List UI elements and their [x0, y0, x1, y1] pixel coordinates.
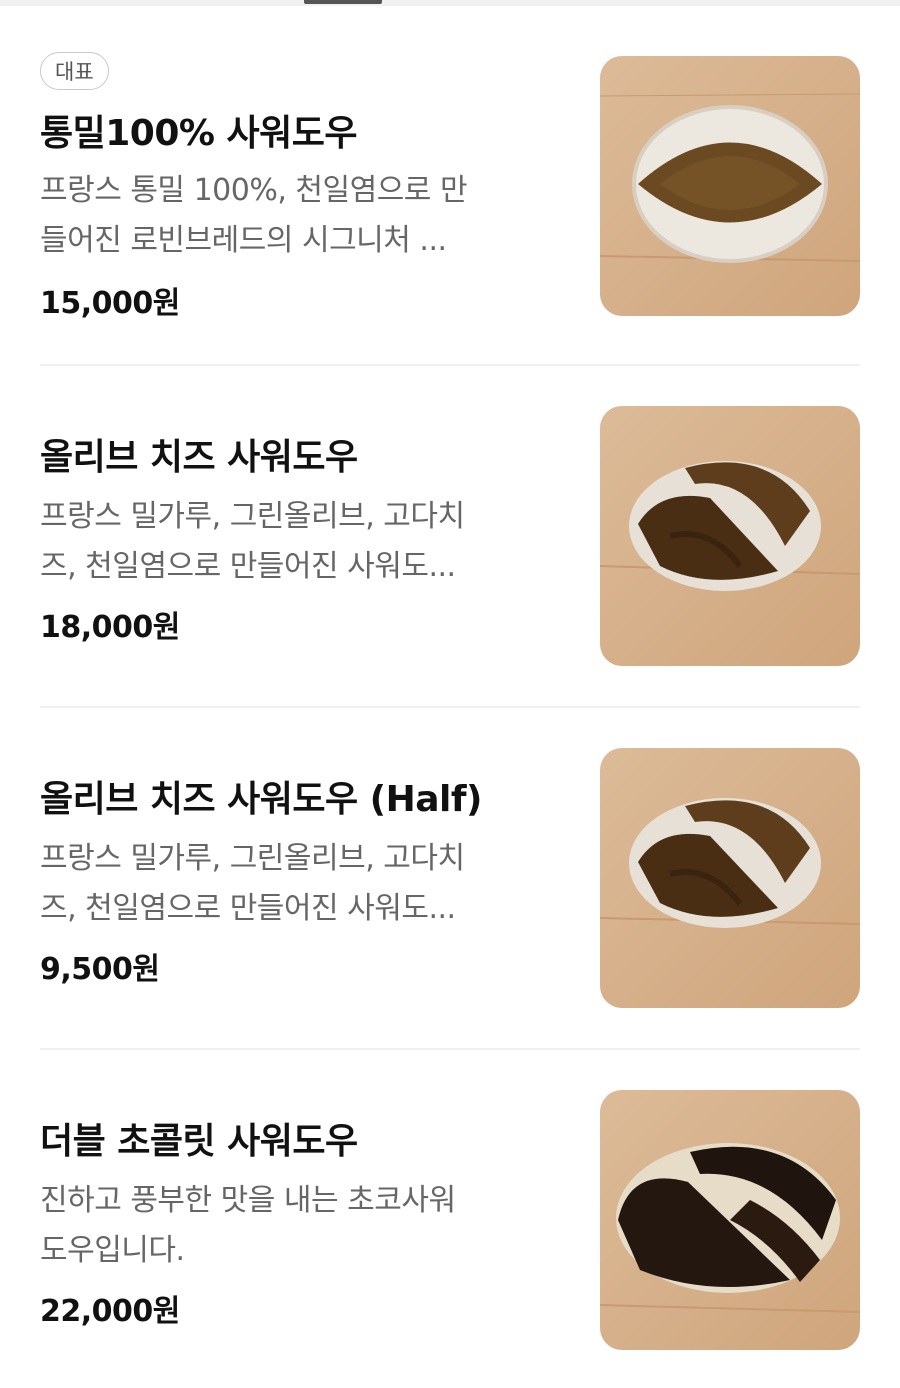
menu-item-whole-wheat-sourdough[interactable]: 대표 통밀100% 사워도우 프랑스 통밀 100%, 천일염으로 만 들어진 …: [40, 52, 860, 321]
signature-badge: 대표: [40, 52, 109, 90]
divider: [40, 1048, 860, 1050]
divider: [40, 364, 860, 366]
olive-cheese-sourdough-half-photo[interactable]: [600, 748, 860, 1008]
item-price: 18,000원: [40, 610, 180, 645]
item-description-line: 프랑스 통밀 100%, 천일염으로 만: [40, 173, 468, 208]
tab-indicator: [304, 0, 382, 4]
menu-item-double-chocolate-sourdough[interactable]: 더블 초콜릿 사워도우 진하고 풍부한 맛을 내는 초코사워 도우입니다. 22…: [40, 1090, 860, 1350]
item-description-line: 도우입니다.: [40, 1233, 185, 1268]
item-price: 22,000원: [40, 1294, 180, 1329]
item-name: 올리브 치즈 사워도우: [40, 437, 358, 478]
item-name: 통밀100% 사워도우: [40, 113, 357, 154]
item-description: 진하고 풍부한 맛을 내는 초코사워 도우입니다.: [40, 1176, 560, 1276]
olive-cheese-sourdough-photo[interactable]: [600, 406, 860, 666]
menu-item-olive-cheese-sourdough-half[interactable]: 올리브 치즈 사워도우 (Half) 프랑스 밀가루, 그린올리브, 고다치 즈…: [40, 748, 860, 1008]
item-description: 프랑스 통밀 100%, 천일염으로 만 들어진 로빈브레드의 시그니처 ...: [40, 166, 560, 266]
top-scroll-bar: [0, 0, 900, 6]
double-chocolate-sourdough-photo[interactable]: [600, 1090, 860, 1350]
item-description-line: 프랑스 밀가루, 그린올리브, 고다치: [40, 841, 465, 876]
item-name: 올리브 치즈 사워도우 (Half): [40, 779, 483, 820]
menu-item-olive-cheese-sourdough[interactable]: 올리브 치즈 사워도우 프랑스 밀가루, 그린올리브, 고다치 즈, 천일염으로…: [40, 406, 860, 666]
item-price: 15,000원: [40, 286, 180, 321]
divider: [40, 706, 860, 708]
whole-wheat-sourdough-photo[interactable]: [600, 56, 860, 316]
item-description-line: 프랑스 밀가루, 그린올리브, 고다치: [40, 499, 465, 534]
item-description-line: 즈, 천일염으로 만들어진 사워도...: [40, 549, 456, 584]
item-price: 9,500원: [40, 952, 160, 987]
item-description-line: 진하고 풍부한 맛을 내는 초코사워: [40, 1183, 456, 1218]
item-description-line: 즈, 천일염으로 만들어진 사워도...: [40, 891, 456, 926]
item-description: 프랑스 밀가루, 그린올리브, 고다치 즈, 천일염으로 만들어진 사워도...: [40, 834, 560, 934]
item-description: 프랑스 밀가루, 그린올리브, 고다치 즈, 천일염으로 만들어진 사워도...: [40, 492, 560, 592]
item-description-line: 들어진 로빈브레드의 시그니처 ...: [40, 223, 447, 258]
item-name: 더블 초콜릿 사워도우: [40, 1121, 358, 1162]
